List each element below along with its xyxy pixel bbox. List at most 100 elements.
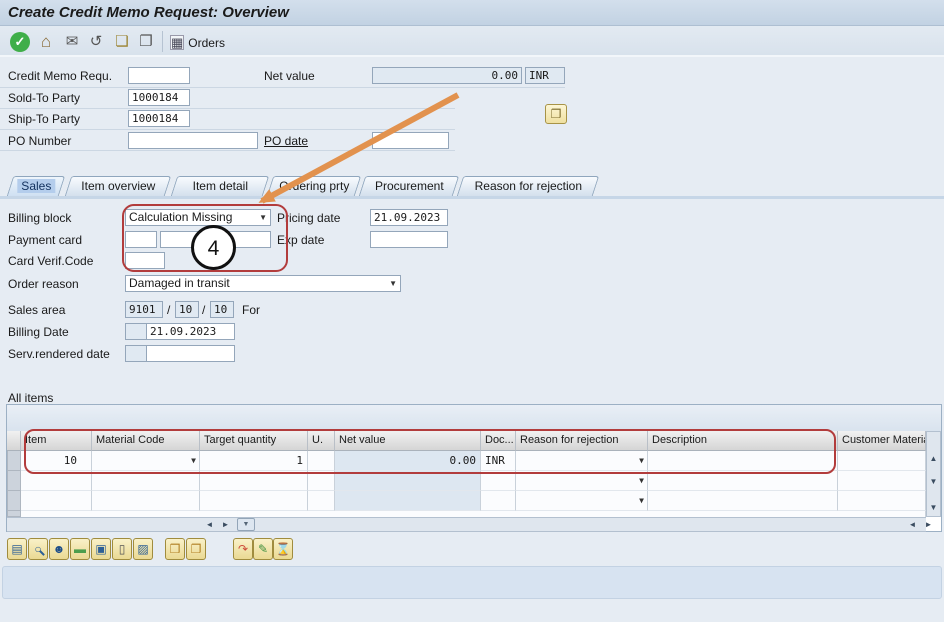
- schedule-button[interactable]: ⌛: [273, 538, 293, 560]
- card-verif-code-input[interactable]: [125, 252, 165, 269]
- cell-u[interactable]: [308, 451, 335, 471]
- table-cell[interactable]: [308, 471, 335, 491]
- tab-label: Procurement: [363, 177, 455, 193]
- tab-item-overview[interactable]: Item overview: [65, 176, 171, 196]
- tab-sales[interactable]: Sales: [7, 176, 65, 196]
- document-button[interactable]: ❐: [186, 538, 206, 560]
- cell-customer-material[interactable]: [838, 451, 926, 471]
- cell-reason[interactable]: ▼: [516, 471, 648, 491]
- scrollbar-thumb[interactable]: ▼: [237, 518, 255, 531]
- tab-ordering-prty[interactable]: Ordering prty: [267, 176, 361, 196]
- order-reason-dropdown[interactable]: Damaged in transit ▼: [125, 275, 401, 292]
- phone-button[interactable]: ▯: [112, 538, 132, 560]
- table-cell[interactable]: [648, 471, 838, 491]
- mail-icon[interactable]: ✉: [62, 32, 82, 52]
- propose-items-button[interactable]: ❒: [165, 538, 185, 560]
- detail-icon[interactable]: ❐: [545, 104, 567, 124]
- selector-column-header[interactable]: [7, 431, 21, 451]
- column-header-description[interactable]: Description: [648, 431, 838, 451]
- cell-reason[interactable]: ▼: [516, 491, 648, 511]
- column-header-net-value[interactable]: Net value: [335, 431, 481, 451]
- tab-reason-for-rejection[interactable]: Reason for rejection: [457, 176, 599, 196]
- column-header-target-quantity[interactable]: Target quantity: [200, 431, 308, 451]
- partner-button[interactable]: ☻: [49, 538, 69, 560]
- tab-procurement[interactable]: Procurement: [359, 176, 459, 196]
- orders-button[interactable]: ▦ Orders: [170, 33, 225, 52]
- redo-clock-icon[interactable]: ↺: [86, 32, 106, 52]
- display-item-button[interactable]: ○: [28, 538, 48, 560]
- billing-date-type-field[interactable]: [125, 323, 147, 340]
- scroll-down-icon[interactable]: ▼: [927, 502, 940, 515]
- table-cell[interactable]: [200, 471, 308, 491]
- table-cell[interactable]: [648, 491, 838, 511]
- sold-to-input[interactable]: 1000184: [128, 89, 190, 106]
- new-document-icon[interactable]: ❏: [112, 32, 132, 52]
- cell-net-value[interactable]: 0.00: [335, 451, 481, 471]
- ship-to-input[interactable]: 1000184: [128, 110, 190, 127]
- payment-card-type-input[interactable]: [125, 231, 157, 248]
- column-header-customer-material[interactable]: Customer Material: [838, 431, 926, 451]
- scroll-down-icon[interactable]: ▼: [927, 476, 940, 489]
- po-date-label[interactable]: PO date: [264, 134, 308, 150]
- serv-rendered-date-input[interactable]: [146, 345, 235, 362]
- scroll-right-icon[interactable]: ►: [922, 519, 935, 532]
- billing-date-input[interactable]: 21.09.2023: [146, 323, 235, 340]
- cell-doc-currency[interactable]: INR: [481, 451, 516, 471]
- scroll-left-icon[interactable]: ◄: [906, 519, 919, 532]
- net-value-field[interactable]: 0.00: [372, 67, 522, 84]
- table-cell[interactable]: [308, 491, 335, 511]
- pricing-date-input[interactable]: 21.09.2023: [370, 209, 448, 226]
- item-conditions-button[interactable]: ▣: [91, 538, 111, 560]
- table-cell[interactable]: [481, 491, 516, 511]
- row-selector[interactable]: [7, 451, 21, 471]
- scroll-up-icon[interactable]: ▲: [927, 453, 940, 466]
- column-header-reason[interactable]: Reason for rejection: [516, 431, 648, 451]
- cell-reason[interactable]: ▼: [516, 451, 648, 471]
- serv-rendered-type-field[interactable]: [125, 345, 147, 362]
- credit-memo-input[interactable]: [128, 67, 190, 84]
- exp-date-input[interactable]: [370, 231, 448, 248]
- cell-target-quantity[interactable]: 1: [200, 451, 308, 471]
- column-header-u[interactable]: U.: [308, 431, 335, 451]
- distribution-channel-field[interactable]: 10: [175, 301, 199, 318]
- copy-pages-icon[interactable]: ❐: [136, 32, 156, 52]
- table-cell[interactable]: [21, 471, 92, 491]
- cell-item[interactable]: 10: [21, 451, 92, 471]
- table-cell[interactable]: [92, 491, 200, 511]
- po-number-input[interactable]: [128, 132, 258, 149]
- orders-grid-icon: ▦: [170, 35, 184, 50]
- table-cell[interactable]: [481, 471, 516, 491]
- po-date-input[interactable]: [372, 132, 449, 149]
- table-cell[interactable]: [200, 491, 308, 511]
- currency-field[interactable]: INR: [525, 67, 565, 84]
- column-header-doc[interactable]: Doc...: [481, 431, 516, 451]
- column-header-item[interactable]: Item: [21, 431, 92, 451]
- horizontal-scrollbar[interactable]: [7, 517, 926, 532]
- cell-description[interactable]: [648, 451, 838, 471]
- tab-label: Ordering prty: [271, 177, 357, 193]
- table-cell[interactable]: [838, 471, 926, 491]
- scroll-right-icon[interactable]: ►: [219, 519, 232, 532]
- column-header-material-code[interactable]: Material Code: [92, 431, 200, 451]
- reject-item-button[interactable]: ↷: [233, 538, 253, 560]
- row-selector[interactable]: [7, 491, 21, 511]
- tab-item-detail[interactable]: Item detail: [171, 176, 269, 196]
- confirm-icon[interactable]: ✓: [10, 32, 30, 52]
- annotation-step-circle: 4: [191, 225, 236, 270]
- edit-button[interactable]: ✎: [253, 538, 273, 560]
- home-icon[interactable]: ⌂: [36, 32, 56, 52]
- table-cell[interactable]: [335, 471, 481, 491]
- cell-material-code[interactable]: ▼: [92, 451, 200, 471]
- division-field[interactable]: 10: [210, 301, 234, 318]
- scroll-left-icon[interactable]: ◄: [203, 519, 216, 532]
- configuration-button[interactable]: ▨: [133, 538, 153, 560]
- sales-org-field[interactable]: 9101: [125, 301, 163, 318]
- item-overview-button[interactable]: ▤: [7, 538, 27, 560]
- texts-button[interactable]: ▬: [70, 538, 90, 560]
- table-cell[interactable]: [838, 491, 926, 511]
- table-cell[interactable]: [21, 491, 92, 511]
- billing-block-dropdown[interactable]: Calculation Missing ▼: [125, 209, 271, 226]
- row-selector[interactable]: [7, 471, 21, 491]
- table-cell[interactable]: [92, 471, 200, 491]
- table-cell[interactable]: [335, 491, 481, 511]
